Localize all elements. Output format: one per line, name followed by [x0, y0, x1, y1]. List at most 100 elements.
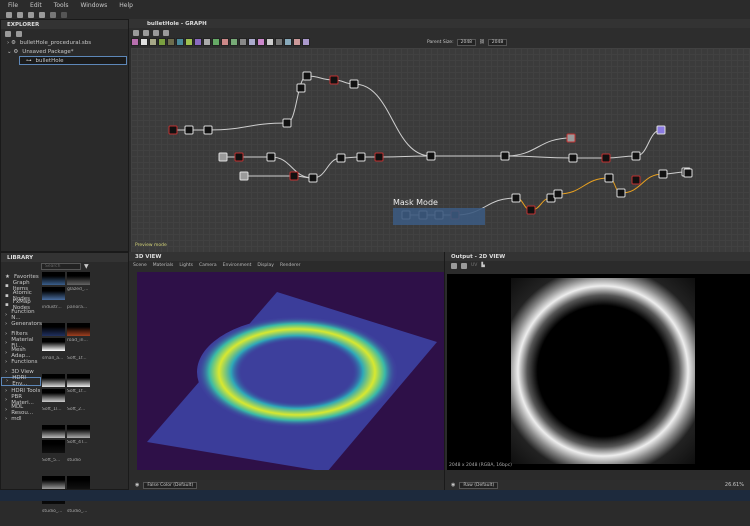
- graph-node[interactable]: [526, 205, 536, 215]
- node-connection[interactable]: [207, 122, 288, 131]
- hdri-thumbnail[interactable]: [42, 272, 65, 285]
- graph-node[interactable]: [218, 152, 228, 162]
- frame-icon[interactable]: [133, 29, 139, 36]
- graph-node[interactable]: [184, 125, 194, 135]
- hdri-thumbnail[interactable]: [67, 272, 90, 285]
- new-icon[interactable]: [16, 30, 22, 37]
- graph-node[interactable]: [631, 175, 641, 185]
- color-icon[interactable]: ◉: [451, 482, 455, 488]
- 3d-menu-lights[interactable]: Lights: [179, 263, 193, 268]
- graph-node[interactable]: [601, 153, 611, 163]
- tree-item-bullethole-graph[interactable]: ⊶ bulletHole: [19, 56, 127, 65]
- save-icon[interactable]: [39, 11, 45, 18]
- library-item[interactable]: › HDRI Env...: [1, 375, 41, 387]
- graph-node[interactable]: [349, 79, 359, 89]
- graph-node[interactable]: [296, 83, 306, 93]
- graph-node[interactable]: [234, 152, 244, 162]
- graph-node[interactable]: [500, 151, 510, 161]
- node-palette-button[interactable]: [275, 38, 283, 46]
- 3d-menu-environment[interactable]: Environment: [223, 263, 252, 268]
- graph-node[interactable]: [683, 168, 693, 178]
- node-palette-button[interactable]: [185, 38, 193, 46]
- 3d-scene[interactable]: [137, 272, 444, 472]
- node-palette-button[interactable]: [212, 38, 220, 46]
- graph-node[interactable]: [604, 173, 614, 183]
- undo-icon[interactable]: [50, 11, 56, 18]
- library-item[interactable]: › Functions: [1, 358, 41, 368]
- graph-node[interactable]: [239, 171, 249, 181]
- hdri-thumbnail[interactable]: [42, 440, 65, 453]
- graph-canvas[interactable]: Mask Mode Preview mode: [131, 48, 750, 252]
- frame-mask-mode[interactable]: [393, 208, 485, 225]
- library-item[interactable]: › Mesh Adap...: [1, 347, 41, 359]
- node-palette-button[interactable]: [284, 38, 292, 46]
- node-palette-button[interactable]: [131, 38, 139, 46]
- library-item[interactable]: › Generators: [1, 320, 42, 330]
- graph-node[interactable]: [566, 133, 576, 143]
- graph-node[interactable]: [168, 125, 178, 135]
- library-search-input[interactable]: Search: [41, 263, 81, 270]
- hdri-thumbnail[interactable]: [67, 323, 90, 336]
- graph-node[interactable]: [302, 71, 312, 81]
- node-connection[interactable]: [504, 137, 572, 157]
- graph-node[interactable]: [553, 189, 563, 199]
- snapshot-icon[interactable]: [153, 29, 159, 36]
- hdri-thumbnail[interactable]: [42, 389, 65, 402]
- redo-icon[interactable]: [61, 11, 67, 18]
- tree-item-unsaved-package[interactable]: ⌄ ⚙ Unsaved Package*: [1, 47, 128, 56]
- menu-help[interactable]: Help: [119, 2, 133, 9]
- node-palette-button[interactable]: [302, 38, 310, 46]
- graph-node[interactable]: [308, 173, 318, 183]
- hdri-thumbnail[interactable]: [42, 338, 65, 351]
- node-palette-button[interactable]: [266, 38, 274, 46]
- node-palette-button[interactable]: [239, 38, 247, 46]
- node-palette-button[interactable]: [293, 38, 301, 46]
- graph-node[interactable]: [426, 151, 436, 161]
- graph-node[interactable]: [289, 171, 299, 181]
- uv-dropdown[interactable]: UV: [471, 263, 477, 268]
- node-palette-button[interactable]: [248, 38, 256, 46]
- hdri-thumbnail[interactable]: [42, 323, 65, 336]
- hdri-thumbnail[interactable]: [67, 374, 90, 387]
- copy-icon[interactable]: [451, 262, 457, 269]
- save-package-icon[interactable]: [5, 30, 11, 37]
- tree-item-package[interactable]: › ⚙ bulletHole_procedural.sbs: [1, 38, 128, 47]
- node-palette-button[interactable]: [167, 38, 175, 46]
- 3d-menu-camera[interactable]: Camera: [199, 263, 217, 268]
- node-palette-button[interactable]: [221, 38, 229, 46]
- library-item[interactable]: › MDL Resou...: [1, 404, 41, 416]
- node-connection[interactable]: [620, 173, 664, 194]
- 3d-menu-renderer[interactable]: Renderer: [280, 263, 301, 268]
- 3d-menu-materials[interactable]: Materials: [153, 263, 174, 268]
- graph-node[interactable]: [374, 152, 384, 162]
- hdri-thumbnail[interactable]: [67, 476, 90, 489]
- node-connection[interactable]: [353, 83, 432, 157]
- 2d-viewport[interactable]: 2048 x 2048 (RGBA, 16bpc): [447, 274, 750, 470]
- open-icon[interactable]: [28, 11, 34, 18]
- library-item[interactable]: › Function N...: [1, 309, 41, 321]
- hdri-thumbnail[interactable]: [42, 287, 65, 300]
- graph-node[interactable]: [329, 75, 339, 85]
- graph-node[interactable]: [656, 125, 666, 135]
- menu-tools[interactable]: Tools: [54, 2, 69, 9]
- node-palette-button[interactable]: [140, 38, 148, 46]
- node-palette-button[interactable]: [257, 38, 265, 46]
- node-palette-button[interactable]: [158, 38, 166, 46]
- new-package-icon[interactable]: [6, 11, 12, 18]
- graph-node[interactable]: [282, 118, 292, 128]
- node-palette-button[interactable]: [176, 38, 184, 46]
- menu-windows[interactable]: Windows: [80, 2, 107, 9]
- graph-node[interactable]: [568, 153, 578, 163]
- hdri-thumbnail[interactable]: [67, 425, 90, 438]
- save-image-icon[interactable]: [461, 262, 467, 269]
- graph-node[interactable]: [616, 188, 626, 198]
- menu-file[interactable]: File: [8, 2, 18, 9]
- graph-node[interactable]: [356, 152, 366, 162]
- graph-node[interactable]: [658, 169, 668, 179]
- graph-node[interactable]: [203, 125, 213, 135]
- link-icon[interactable]: ⛓: [479, 40, 485, 45]
- zoom-icon[interactable]: [163, 29, 169, 36]
- histogram-icon[interactable]: ▙: [481, 263, 484, 268]
- menu-edit[interactable]: Edit: [30, 2, 42, 9]
- align-icon[interactable]: [143, 29, 149, 36]
